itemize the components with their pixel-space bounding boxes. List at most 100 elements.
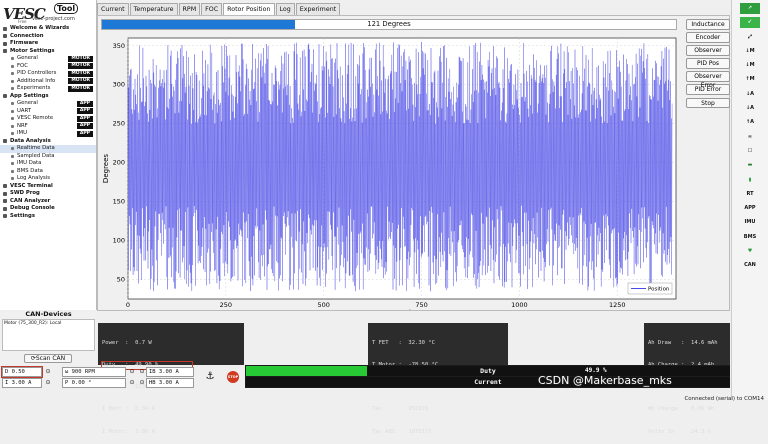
stop-button[interactable]: Stop bbox=[686, 98, 730, 109]
sidebar-item-label: VESC Remote bbox=[17, 115, 53, 123]
sidebar-item-experiments[interactable]: ExperimentsMOTOR bbox=[0, 85, 96, 93]
sidebar-item-imu-data[interactable]: IMU Data bbox=[0, 160, 96, 168]
read-default-app-icon[interactable]: ↓A bbox=[740, 103, 760, 114]
x-tick-label: 1250 bbox=[609, 301, 626, 309]
progress-label: 121 Degrees bbox=[102, 20, 676, 29]
can-devices-title: CAN-Devices bbox=[0, 310, 97, 319]
ib-run-icon[interactable]: ⊙ bbox=[138, 367, 146, 376]
app-data-icon[interactable]: APP bbox=[740, 203, 760, 214]
sidebar-item-realtime-data[interactable]: Realtime Data bbox=[0, 145, 96, 153]
tab-log[interactable]: Log bbox=[276, 3, 295, 15]
sidebar-item-firmware[interactable]: Firmware bbox=[0, 40, 96, 48]
sidebar-item-foc[interactable]: FOCMOTOR bbox=[0, 63, 96, 71]
sidebar-item-imu[interactable]: IMUAPP bbox=[0, 130, 96, 138]
sidebar-item-badge: APP bbox=[77, 116, 93, 122]
fullscreen-icon[interactable]: ⤢ bbox=[740, 32, 760, 43]
pid-pos-button[interactable]: PID Pos bbox=[686, 58, 730, 69]
read-motor-config-icon[interactable]: ↓M bbox=[740, 46, 760, 57]
tab-rotor-position[interactable]: Rotor Position bbox=[223, 3, 274, 15]
inductance-button[interactable]: Inductance bbox=[686, 19, 730, 30]
sidebar-item-swd-prog[interactable]: SWD Prog bbox=[0, 190, 96, 198]
sidebar-item-additional-info[interactable]: Additional InfoMOTOR bbox=[0, 78, 96, 86]
observer-button[interactable]: Observer bbox=[686, 45, 730, 56]
sidebar-item-vesc-remote[interactable]: VESC Remote APP bbox=[0, 115, 96, 123]
rt-data-icon[interactable]: RT bbox=[740, 189, 760, 200]
sidebar-item-uart[interactable]: UARTAPP bbox=[0, 108, 96, 116]
can-forward-icon[interactable]: CAN bbox=[740, 260, 760, 271]
bms-icon[interactable]: BMS bbox=[740, 232, 760, 243]
tab-current[interactable]: Current bbox=[97, 3, 129, 15]
y-tick-label: 350 bbox=[113, 42, 125, 50]
car-icon[interactable]: ▬ bbox=[740, 160, 760, 171]
position-run-icon[interactable]: ⊙ bbox=[128, 378, 136, 387]
sidebar-item-icon bbox=[11, 162, 14, 165]
sidebar-item-sampled-data[interactable]: Sampled Data bbox=[0, 153, 96, 161]
tab-experiment[interactable]: Experiment bbox=[296, 3, 340, 15]
right-toolbar: ↗ ↙ ⤢ ↓M ↓M ↑M ↓A ↓A ↑A ≈ ☐ ▬ ▮ RT APP I… bbox=[731, 0, 768, 400]
sidebar-item-icon bbox=[3, 49, 7, 53]
encoder-button[interactable]: Encoder bbox=[686, 32, 730, 43]
can-device-item[interactable]: Motor (75_300_R2): Local bbox=[4, 321, 93, 326]
tab-rpm[interactable]: RPM bbox=[179, 3, 201, 15]
ib-input[interactable]: IB 3.00 A bbox=[146, 367, 194, 377]
joystick-icon[interactable]: ☐ bbox=[740, 146, 760, 157]
tab-foc[interactable]: FOC bbox=[201, 3, 222, 15]
observer-error-button[interactable]: Observer Error bbox=[686, 71, 730, 82]
sidebar-item-label: Additional Info bbox=[17, 78, 55, 86]
sidebar-item-label: Realtime Data bbox=[17, 145, 55, 153]
keyboard-control-icon[interactable]: ▮ bbox=[740, 175, 760, 186]
sidebar-item-general[interactable]: GeneralAPP bbox=[0, 100, 96, 108]
sidebar-item-label: SWD Prog bbox=[10, 190, 40, 198]
sidebar-item-log-analysis[interactable]: Log Analysis bbox=[0, 175, 96, 183]
sidebar-item-pid-controllers[interactable]: PID ControllersMOTOR bbox=[0, 70, 96, 78]
sidebar-item-debug-console[interactable]: Debug Console bbox=[0, 205, 96, 213]
write-motor-config-icon[interactable]: ↑M bbox=[740, 74, 760, 85]
sidebar-item-icon bbox=[3, 27, 7, 31]
sidebar-item-icon bbox=[11, 57, 14, 60]
y-tick-label: 200 bbox=[113, 159, 125, 167]
connect-icon[interactable]: ↗ bbox=[740, 3, 760, 14]
write-app-config-icon[interactable]: ↑A bbox=[740, 117, 760, 128]
sidebar-item-connection[interactable]: Connection bbox=[0, 33, 96, 41]
sidebar-item-data-analysis[interactable]: Data Analysis bbox=[0, 138, 96, 146]
hb-input[interactable]: HB 3.00 A bbox=[146, 378, 194, 388]
current-input[interactable]: I 3.00 A bbox=[2, 378, 42, 388]
scan-can-button[interactable]: ⟳Scan CAN bbox=[24, 354, 72, 363]
current-run-icon[interactable]: ⊙ bbox=[44, 378, 52, 387]
read-default-motor-icon[interactable]: ↓M bbox=[740, 60, 760, 71]
anchor-icon[interactable]: ⚓ bbox=[204, 372, 216, 381]
read-app-config-icon[interactable]: ↓A bbox=[740, 89, 760, 100]
watermark: CSDN @Makerbase_mks bbox=[538, 374, 672, 387]
sidebar-item-welcome-wizards[interactable]: Welcome & Wizards bbox=[0, 25, 96, 33]
y-tick-label: 100 bbox=[113, 237, 125, 245]
duty-run-icon[interactable]: ⊙ bbox=[44, 367, 52, 376]
stream-realtime-icon[interactable]: ≈ bbox=[740, 132, 760, 143]
sidebar-item-nrf[interactable]: NRFAPP bbox=[0, 123, 96, 131]
sidebar-item-label: UART bbox=[17, 108, 31, 116]
sidebar-item-motor-settings[interactable]: Motor Settings bbox=[0, 48, 96, 56]
sidebar-item-can-analyzer[interactable]: CAN Analyzer bbox=[0, 198, 96, 206]
sidebar-item-icon bbox=[3, 94, 7, 98]
rpm-input[interactable]: ω 900 RPM bbox=[62, 367, 126, 377]
stop-icon[interactable]: STOP bbox=[227, 371, 239, 383]
sidebar-item-settings[interactable]: Settings bbox=[0, 213, 96, 221]
sidebar-item-bms-data[interactable]: BMS Data bbox=[0, 168, 96, 176]
sidebar-item-general[interactable]: GeneralMOTOR bbox=[0, 55, 96, 63]
hb-run-icon[interactable]: ⊙ bbox=[138, 378, 146, 387]
motor-control-bar: D 0.50 ⊙ ω 900 RPM ⊙ I 3.00 A ⊙ P 0.00 °… bbox=[0, 365, 245, 390]
pid-error-button[interactable]: PID Error bbox=[686, 84, 730, 95]
position-input[interactable]: P 0.00 ° bbox=[62, 378, 126, 388]
sidebar-item-icon bbox=[11, 117, 14, 120]
stat-power: Power : 0.7 W bbox=[102, 340, 240, 347]
disconnect-icon[interactable]: ↙ bbox=[740, 17, 760, 28]
sidebar-item-app-settings[interactable]: App Settings bbox=[0, 93, 96, 101]
sidebar-item-icon bbox=[3, 192, 7, 196]
rpm-run-icon[interactable]: ⊙ bbox=[128, 367, 136, 376]
y-tick-label: 250 bbox=[113, 120, 125, 128]
tab-temperature[interactable]: Temperature bbox=[130, 3, 178, 15]
sidebar-item-icon bbox=[11, 132, 14, 135]
sidebar-item-vesc-terminal[interactable]: VESC Terminal bbox=[0, 183, 96, 191]
imu-icon[interactable]: IMU bbox=[740, 217, 760, 228]
heart-icon[interactable]: ♥ bbox=[740, 246, 760, 257]
duty-input[interactable]: D 0.50 bbox=[2, 367, 42, 377]
